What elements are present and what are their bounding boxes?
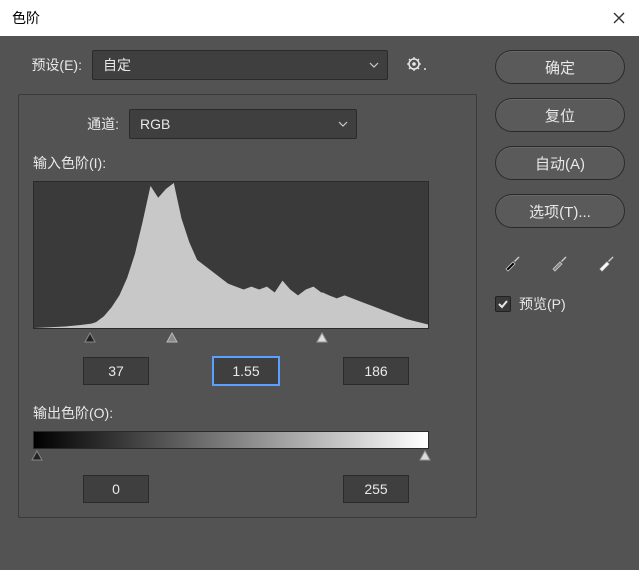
shadow-input[interactable]: 37 xyxy=(83,357,149,385)
auto-button[interactable]: 自动(A) xyxy=(495,146,625,180)
output-black-input[interactable]: 0 xyxy=(83,475,149,503)
input-levels-label: 输入色阶(I): xyxy=(33,153,462,173)
output-slider-track[interactable] xyxy=(33,449,429,465)
options-button[interactable]: 选项(T)... xyxy=(495,194,625,228)
output-white-slider[interactable] xyxy=(419,449,431,461)
chevron-down-icon xyxy=(338,121,348,127)
close-button[interactable] xyxy=(599,0,639,36)
chevron-down-icon xyxy=(369,62,379,68)
preset-label: 预设(E): xyxy=(18,55,82,75)
channel-value: RGB xyxy=(140,116,170,132)
ok-button[interactable]: 确定 xyxy=(495,50,625,84)
titlebar: 色阶 xyxy=(0,0,639,36)
preview-checkbox[interactable] xyxy=(495,296,511,312)
input-slider-track[interactable] xyxy=(33,331,429,347)
black-point-eyedropper[interactable] xyxy=(495,248,531,276)
output-white-input[interactable]: 255 xyxy=(343,475,409,503)
channel-select[interactable]: RGB xyxy=(129,109,357,139)
output-gradient xyxy=(33,431,429,449)
gear-icon xyxy=(406,56,428,72)
midtone-input[interactable]: 1.55 xyxy=(213,357,279,385)
output-levels-label: 输出色阶(O): xyxy=(33,403,462,423)
eyedropper-icon xyxy=(550,252,570,272)
preview-label: 预览(P) xyxy=(519,294,566,314)
eyedropper-group xyxy=(495,248,625,276)
highlight-input[interactable]: 186 xyxy=(343,357,409,385)
check-icon xyxy=(497,298,509,310)
preset-select[interactable]: 自定 xyxy=(92,50,388,80)
gray-point-eyedropper[interactable] xyxy=(542,248,578,276)
output-black-slider[interactable] xyxy=(31,449,43,461)
reset-button[interactable]: 复位 xyxy=(495,98,625,132)
channel-label: 通道: xyxy=(33,114,119,134)
preset-value: 自定 xyxy=(103,55,131,75)
white-point-eyedropper[interactable] xyxy=(589,248,625,276)
highlight-slider[interactable] xyxy=(316,331,328,343)
preset-menu-button[interactable] xyxy=(406,56,428,75)
window-title: 色阶 xyxy=(12,8,40,28)
levels-panel: 通道: RGB 输入色阶(I): 37 1.55 186 输出色阶(O xyxy=(18,94,477,518)
histogram xyxy=(33,181,429,329)
shadow-slider[interactable] xyxy=(84,331,96,343)
eyedropper-icon xyxy=(597,252,617,272)
midtone-slider[interactable] xyxy=(166,331,178,343)
close-icon xyxy=(613,12,625,24)
eyedropper-icon xyxy=(503,252,523,272)
